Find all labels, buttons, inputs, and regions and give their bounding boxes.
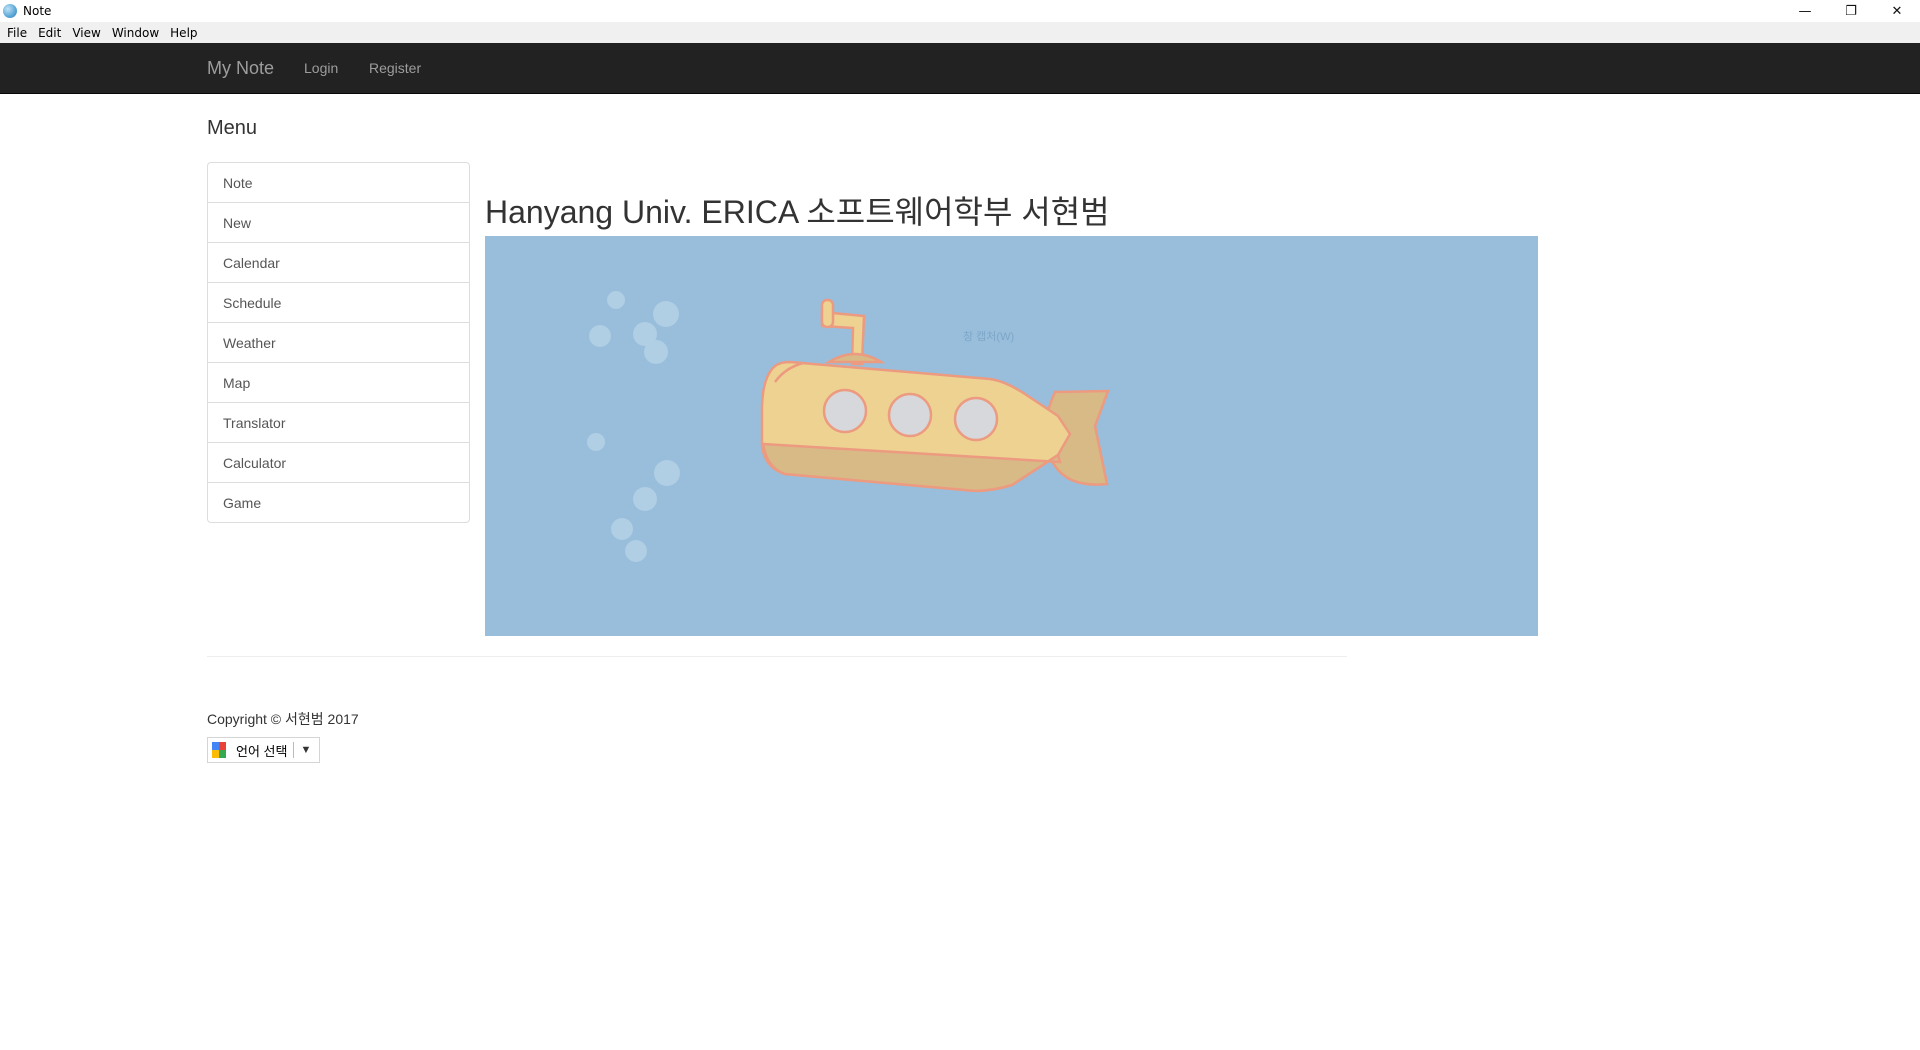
menu-file[interactable]: File: [3, 26, 31, 40]
sidebar-item-calendar[interactable]: Calendar: [207, 242, 470, 283]
nav-login-link[interactable]: Login: [304, 60, 338, 76]
hero-image: 창 캡처(W): [485, 236, 1538, 636]
app-menubar: File Edit View Window Help: [0, 22, 1920, 43]
window-controls: — ❐ ✕: [1782, 0, 1920, 22]
menu-view[interactable]: View: [68, 26, 104, 40]
menu-edit[interactable]: Edit: [34, 26, 65, 40]
sidebar-item-translator[interactable]: Translator: [207, 402, 470, 443]
language-selector[interactable]: 언어 선택 ▼: [207, 737, 320, 763]
app-icon: [3, 4, 17, 18]
page-title: Hanyang Univ. ERICA 소프트웨어학부 서현범: [485, 194, 1110, 230]
sidebar-menu: Note New Calendar Schedule Weather Map T…: [207, 162, 470, 523]
close-button[interactable]: ✕: [1874, 0, 1920, 22]
copyright-text: Copyright © 서현범 2017: [207, 711, 359, 727]
sidebar-item-calculator[interactable]: Calculator: [207, 442, 470, 483]
window-titlebar: Note — ❐ ✕: [0, 0, 1920, 22]
google-translate-icon: [212, 742, 226, 758]
language-selector-label: 언어 선택: [236, 743, 288, 759]
sidebar-item-new[interactable]: New: [207, 202, 470, 243]
portholes: [822, 388, 999, 442]
sidebar-item-note[interactable]: Note: [207, 162, 470, 203]
capture-hint-caption: 창 캡처(W): [963, 331, 1015, 343]
menu-help[interactable]: Help: [166, 26, 201, 40]
restore-button[interactable]: ❐: [1828, 0, 1874, 22]
footer-divider: [207, 656, 1347, 657]
nav-register-link[interactable]: Register: [369, 60, 421, 76]
chevron-down-icon: ▼: [300, 744, 312, 756]
top-navbar: My Note Login Register: [0, 43, 1920, 94]
sidebar-item-weather[interactable]: Weather: [207, 322, 470, 363]
sidebar-item-schedule[interactable]: Schedule: [207, 282, 470, 323]
language-selector-separator: [293, 742, 295, 758]
menu-window[interactable]: Window: [108, 26, 163, 40]
sidebar-item-map[interactable]: Map: [207, 362, 470, 403]
navbar-brand[interactable]: My Note: [207, 58, 274, 79]
minimize-button[interactable]: —: [1782, 0, 1828, 22]
sidebar-heading: Menu: [207, 117, 258, 139]
submarine-illustration: [587, 291, 1110, 562]
window-title: Note: [23, 4, 52, 18]
bubbles-decoration: [587, 291, 680, 562]
sidebar-item-game[interactable]: Game: [207, 482, 470, 523]
